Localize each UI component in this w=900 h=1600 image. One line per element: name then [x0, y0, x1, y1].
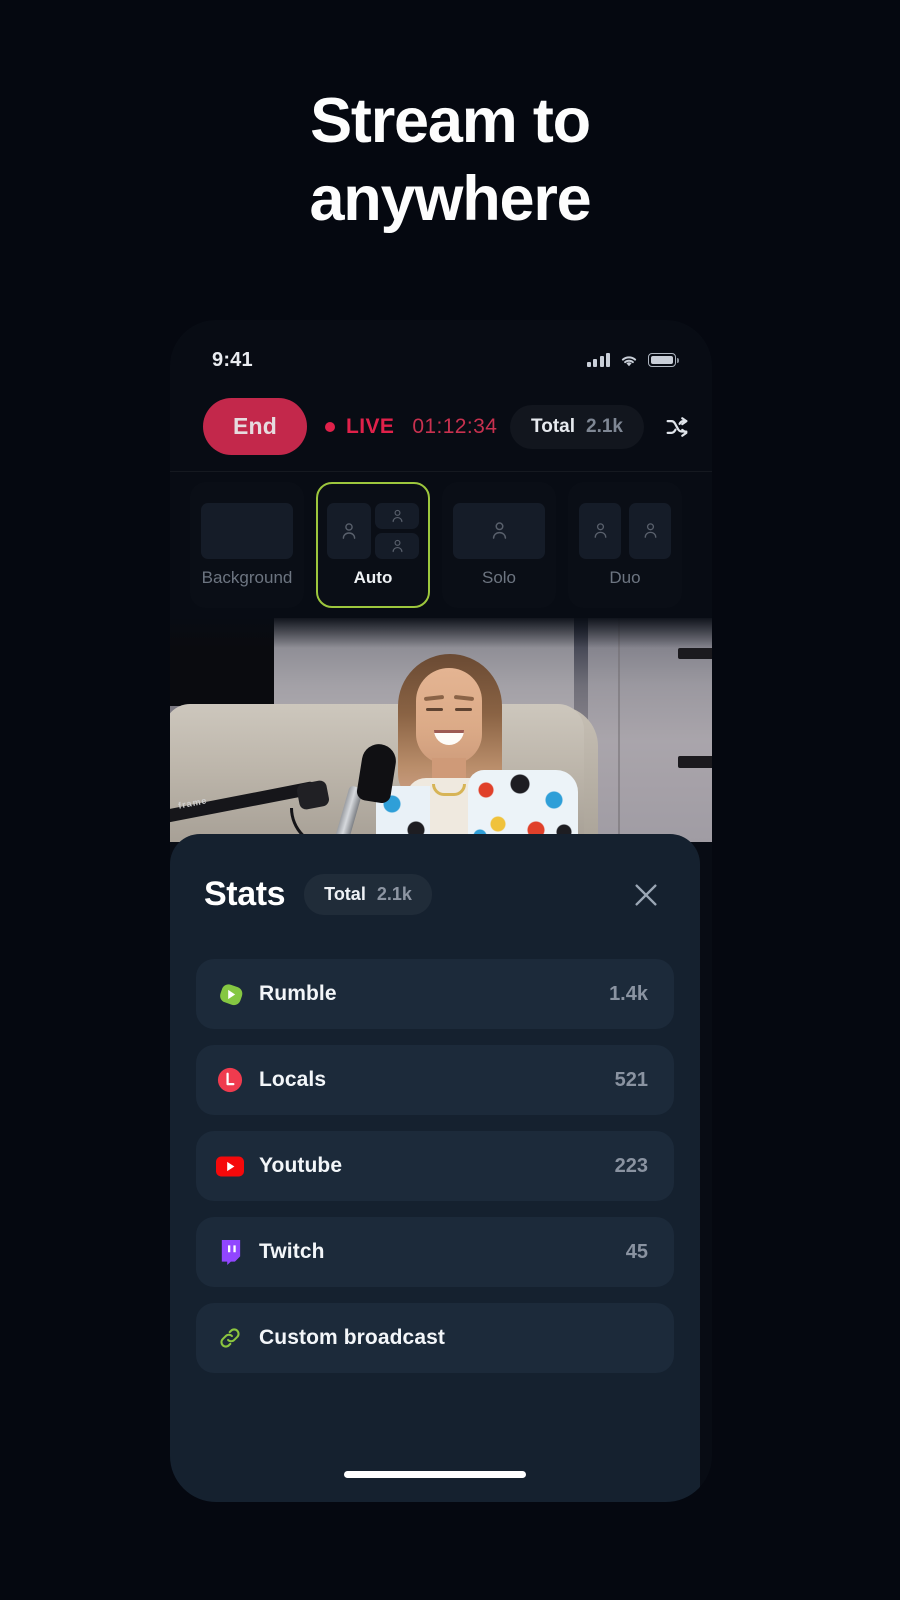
layout-selector[interactable]: Background Auto Solo Duo — [170, 472, 712, 618]
layout-art-solo — [453, 502, 545, 559]
layout-tile-duo[interactable]: Duo — [568, 482, 682, 608]
person-icon — [375, 532, 419, 559]
layout-tile-solo[interactable]: Solo — [442, 482, 556, 608]
stats-row-name: Custom broadcast — [259, 1326, 445, 1349]
person-icon — [375, 502, 419, 529]
stats-total-pill[interactable]: Total 2.1k — [304, 874, 432, 915]
stats-total-value: 2.1k — [376, 884, 412, 904]
person-icon — [327, 502, 371, 559]
stream-control-bar: End LIVE 01:12:34 Total 2.1k — [170, 382, 712, 472]
stats-row-custom-broadcast[interactable]: Custom broadcast — [196, 1303, 674, 1373]
stats-row-name: Rumble — [259, 982, 337, 1005]
video-preview[interactable]: frame — [170, 618, 712, 842]
stats-row-count: 223 — [614, 1154, 648, 1177]
layout-art-background — [201, 502, 293, 559]
stats-row-name: Twitch — [259, 1240, 325, 1263]
layout-label-duo: Duo — [609, 567, 641, 587]
shuffle-icon[interactable] — [660, 410, 694, 444]
person-icon — [579, 502, 621, 559]
headline-line-1: Stream to — [310, 86, 591, 156]
stream-elapsed-time: 01:12:34 — [412, 414, 498, 438]
stats-sheet: Stats Total 2.1k Rumble 1.4k Locals 521 … — [170, 834, 700, 1502]
person-icon — [453, 502, 545, 559]
page-title: Stream to anywhere — [0, 82, 900, 238]
stats-row-rumble[interactable]: Rumble 1.4k — [196, 959, 674, 1029]
youtube-icon — [216, 1152, 244, 1180]
stats-row-twitch[interactable]: Twitch 45 — [196, 1217, 674, 1287]
stats-row-count: 45 — [625, 1240, 648, 1263]
live-indicator: LIVE 01:12:34 — [325, 415, 497, 439]
status-bar: 9:41 — [170, 320, 712, 382]
layout-tile-auto[interactable]: Auto — [316, 482, 430, 608]
total-viewers-pill[interactable]: Total 2.1k — [510, 404, 644, 449]
locals-icon — [216, 1066, 244, 1094]
status-bar-time: 9:41 — [212, 348, 253, 371]
wifi-icon — [621, 355, 637, 366]
stats-header: Stats Total 2.1k — [170, 834, 700, 915]
stats-row-locals[interactable]: Locals 521 — [196, 1045, 674, 1115]
link-icon — [216, 1324, 244, 1352]
battery-icon — [648, 353, 680, 367]
stats-row-name: Locals — [259, 1068, 327, 1091]
stats-row-count: 521 — [614, 1068, 648, 1091]
rumble-icon — [216, 980, 244, 1008]
stats-title: Stats — [204, 875, 286, 913]
end-stream-button[interactable]: End — [203, 398, 308, 455]
platform-stats-list: Rumble 1.4k Locals 521 Youtube 223 Twitc… — [170, 915, 700, 1373]
layout-label-background: Background — [201, 567, 293, 587]
total-label: Total — [531, 415, 576, 437]
live-dot-icon — [325, 421, 336, 432]
phone-mockup: 9:41 End LIVE 01:12:34 Total 2.1k Backgr… — [170, 320, 712, 1502]
layout-label-auto: Auto — [353, 567, 393, 587]
status-bar-icons — [586, 353, 680, 368]
twitch-icon — [216, 1238, 244, 1266]
home-indicator[interactable] — [344, 1471, 526, 1478]
layout-tile-background[interactable]: Background — [190, 482, 304, 608]
close-icon[interactable] — [626, 875, 666, 915]
person-icon — [629, 502, 671, 559]
promo-page: Stream to anywhere 9:41 End LIVE 01:12:3… — [0, 0, 900, 1600]
layout-label-solo: Solo — [481, 567, 517, 587]
headline-line-2: anywhere — [309, 164, 591, 235]
layout-art-auto — [327, 502, 419, 559]
stats-row-name: Youtube — [259, 1154, 343, 1177]
stats-row-youtube[interactable]: Youtube 223 — [196, 1131, 674, 1201]
layout-art-duo — [579, 502, 671, 559]
stats-row-count: 1.4k — [609, 982, 648, 1005]
stats-total-label: Total — [324, 884, 366, 904]
total-value: 2.1k — [586, 415, 623, 437]
live-label: LIVE — [346, 414, 395, 438]
cellular-signal-icon — [586, 353, 610, 367]
